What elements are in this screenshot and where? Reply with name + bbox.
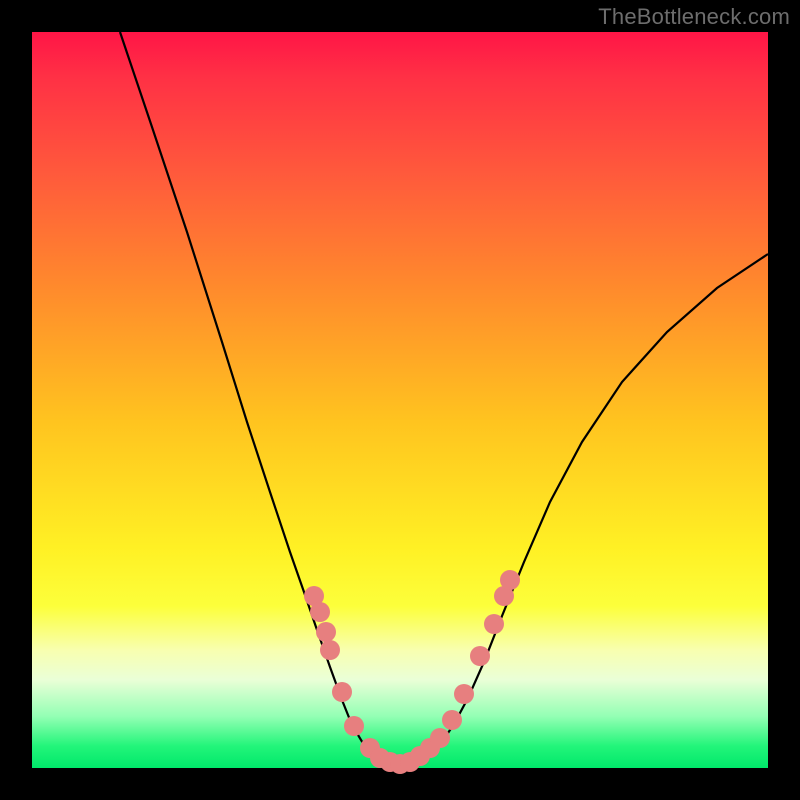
curve-marker [316,622,336,642]
curve-marker [332,682,352,702]
chart-svg [32,32,768,768]
curve-marker [344,716,364,736]
curve-marker [470,646,490,666]
bottleneck-curve [120,32,768,766]
marker-layer [304,570,520,774]
curve-marker [454,684,474,704]
curve-marker [500,570,520,590]
curve-marker [484,614,504,634]
watermark-text: TheBottleneck.com [598,4,790,30]
chart-frame: TheBottleneck.com [0,0,800,800]
curve-marker [430,728,450,748]
curve-marker [320,640,340,660]
curve-marker [310,602,330,622]
curve-marker [442,710,462,730]
